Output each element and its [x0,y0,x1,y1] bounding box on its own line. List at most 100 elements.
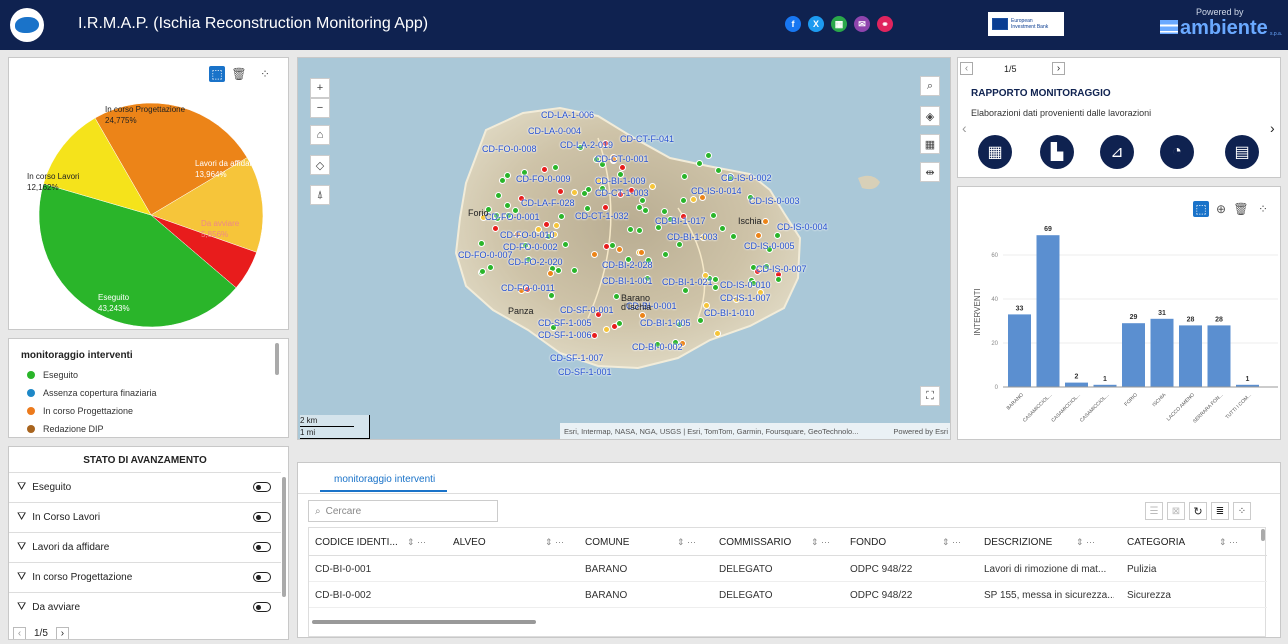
map-feature-label[interactable]: CD-LA-F-028 [521,198,575,208]
map-marker[interactable] [773,231,781,239]
bar[interactable] [1179,325,1202,387]
bar[interactable] [1008,314,1031,387]
map-feature-label[interactable]: CD-LA-1-006 [541,110,594,120]
filter-scrollbar[interactable] [282,477,286,597]
fullscreen-icon[interactable]: ⛶ [920,386,940,406]
map-marker[interactable] [551,163,559,171]
app-logo[interactable] [10,8,44,42]
map-feature-label[interactable]: CD-BI-1-005 [640,318,691,328]
bar[interactable] [1122,323,1145,387]
sort-icon[interactable]: ⇕ ⋯ [1076,537,1095,548]
map-feature-label[interactable]: CD-BI-1-010 [704,308,755,318]
table-row[interactable]: CD-BI-0-001 BARANO DELEGATO ODPC 948/22 Lavo… [309,556,1267,582]
map-feature-label[interactable]: CD-FO-0-001 [485,212,540,222]
column-header[interactable]: COMMISSARIO ⇕ ⋯ [719,528,849,556]
map-feature-label[interactable]: CD-BI-1-021 [662,277,713,287]
map-marker[interactable] [718,224,726,232]
sort-icon[interactable]: ⇕ ⋯ [811,537,830,548]
map-marker[interactable] [546,269,554,277]
map-feature-label[interactable]: CD-LA-2-019 [560,140,613,150]
table-row[interactable]: CD-BI-0-002 BARANO DELEGATO ODPC 948/22 SP 1… [309,582,1267,608]
app-icon[interactable]: ▦ [831,16,847,32]
refresh-icon[interactable]: ↻ [1189,502,1207,520]
map-marker[interactable] [696,316,704,324]
zoom-out-button[interactable]: − [310,98,330,118]
map-marker[interactable] [636,226,644,234]
zoom-in-button[interactable]: + [310,78,330,98]
gauge-icon[interactable]: ◔ [1160,135,1194,169]
bar[interactable] [1150,318,1174,387]
map-feature-label[interactable]: CD-SF-1-005 [538,318,592,328]
map-feature-label[interactable]: CD-IS-0-002 [721,173,772,183]
layers-icon[interactable]: ◈ [920,106,940,126]
map-feature-label[interactable]: CD-CT-1-003 [595,188,649,198]
map-feature-label[interactable]: CD-CT-0-001 [595,154,649,164]
map-marker[interactable] [570,188,578,196]
measure-icon[interactable]: ⇹ [920,162,940,182]
map-feature-label[interactable]: CD-BI-1-017 [655,216,706,226]
map-feature-label[interactable]: CD-IS-0-010 [720,280,771,290]
carousel-next-icon[interactable]: › [1270,120,1275,136]
filter-row[interactable]: ⛛ In Corso Lavori [9,502,281,532]
map-feature-label[interactable]: CD-FO-2-020 [508,257,563,267]
filter-row[interactable]: ⛛ Eseguito [9,472,281,502]
select-all-icon[interactable]: ☰ [1145,502,1163,520]
map-feature-label[interactable]: CD-IS-0-003 [749,196,800,206]
map-marker[interactable] [660,208,668,216]
column-header[interactable]: COMUNE ⇕ ⋯ [585,528,715,556]
filter-toggle[interactable] [253,542,271,552]
esri-powered[interactable]: Powered by Esri [893,427,948,436]
map-feature-label[interactable]: CD-CT-1-032 [575,211,629,221]
map-marker[interactable] [554,267,562,275]
bar[interactable] [1065,382,1088,387]
next-page-button[interactable]: › [55,627,69,639]
column-header[interactable]: FONDO ⇕ ⋯ [850,528,980,556]
map-marker[interactable] [626,226,634,234]
map-panel[interactable]: CD-LA-1-006 CD-LA-0-004 CD-LA-2-019 CD-CT-F… [297,57,951,440]
map-marker[interactable] [591,331,599,339]
column-header[interactable]: DESCRIZIONE ⇕ ⋯ [984,528,1114,556]
bar[interactable] [1207,325,1231,387]
table-scrollbar-h[interactable] [312,620,536,624]
filter-toggle[interactable] [253,482,271,492]
tab-monitoraggio[interactable]: monitoraggio interventi [320,474,448,492]
mail-icon[interactable]: ✉ [854,16,870,32]
sort-icon[interactable]: ⇕ ⋯ [1219,537,1238,548]
map-feature-label[interactable]: CD-SF-1-001 [558,367,612,377]
map-feature-label[interactable]: CD-IS-0-004 [777,222,828,232]
map-feature-label[interactable]: CD-SF-0-001 [560,305,614,315]
map-marker[interactable] [603,325,611,333]
locate-icon[interactable]: ◇ [310,155,330,175]
sort-icon[interactable]: ⇕ ⋯ [545,537,564,548]
map-marker[interactable] [503,172,511,180]
compass-icon[interactable]: ⍋ [310,185,330,205]
map-marker[interactable] [557,187,565,195]
filter-toggle[interactable] [253,602,271,612]
map-marker[interactable] [495,191,503,199]
carousel-prev-icon[interactable]: ‹ [962,120,967,136]
clear-selection-icon[interactable]: ⊠ [1167,502,1185,520]
map-feature-label[interactable]: CD-FO-0-008 [482,144,537,154]
map-marker[interactable] [679,196,687,204]
column-header[interactable]: CATEGORIA ⇕ ⋯ [1127,528,1257,556]
map-feature-label[interactable]: CD-SF-1-007 [550,353,604,363]
map-feature-label[interactable]: CD-BI-1-009 [595,176,646,186]
filter-row[interactable]: ⛛ In corso Progettazione [9,562,281,592]
facebook-icon[interactable]: f [785,16,801,32]
map-marker[interactable] [712,283,720,291]
table-view-icon[interactable]: ▦ [978,135,1012,169]
prev-page-button[interactable]: ‹ [13,627,26,639]
filter-row[interactable]: ⛛ Lavori da affidare [9,532,281,562]
filter-toggle[interactable] [253,572,271,582]
map-marker[interactable] [492,224,500,232]
map-feature-label[interactable]: CD-FO-0-007 [458,250,513,260]
filter-row[interactable]: ⛛ Da avviare [9,592,281,622]
sort-icon[interactable]: ⇕ ⋯ [942,537,961,548]
map-feature-label[interactable]: CD-CT-F-041 [620,134,674,144]
map-feature-label[interactable]: CD-BI-0-002 [632,342,683,352]
report-next-button[interactable]: › [1052,62,1065,75]
bar[interactable] [1036,235,1060,387]
map-marker[interactable] [616,319,624,327]
map-feature-label[interactable]: CD-FO-0-009 [516,174,571,184]
map-marker[interactable] [602,242,610,250]
